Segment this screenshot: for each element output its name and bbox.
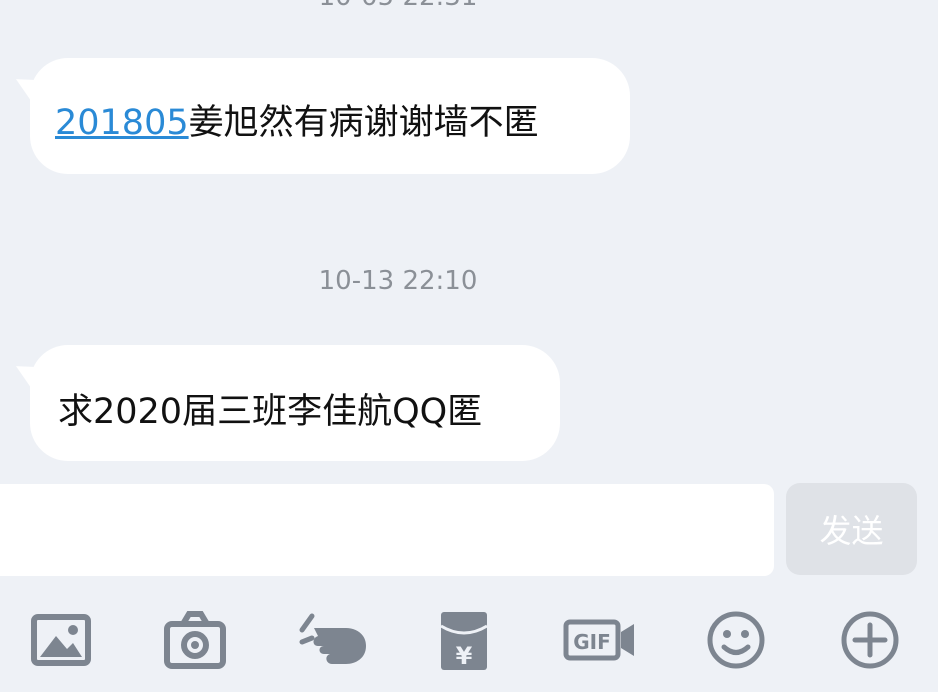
send-button[interactable]: 发送: [786, 483, 917, 575]
timestamp-top: 10-05 22:31: [0, 0, 796, 12]
poke-icon[interactable]: [298, 608, 372, 672]
message-text: 姜旭然有病谢谢墙不匿: [188, 103, 539, 143]
svg-text:¥: ¥: [456, 642, 473, 670]
plus-icon[interactable]: [838, 608, 902, 672]
red-packet-icon[interactable]: ¥: [432, 608, 496, 672]
timestamp: 10-13 22:10: [318, 266, 478, 296]
emoji-icon[interactable]: [704, 608, 768, 672]
input-toolbar: ¥ GIF: [0, 596, 938, 692]
message-bubble[interactable]: 求2020届三班李佳航QQ匿: [30, 345, 560, 461]
message-bubble[interactable]: 201805姜旭然有病谢谢墙不匿: [30, 58, 630, 174]
message-text: 求2020届三班李佳航QQ匿: [58, 392, 483, 432]
svg-text:GIF: GIF: [573, 630, 611, 654]
gif-icon[interactable]: GIF: [563, 608, 637, 672]
message-link[interactable]: 201805: [55, 103, 189, 143]
camera-icon[interactable]: [163, 608, 227, 672]
image-icon[interactable]: [29, 608, 93, 672]
message-input[interactable]: [0, 484, 774, 576]
